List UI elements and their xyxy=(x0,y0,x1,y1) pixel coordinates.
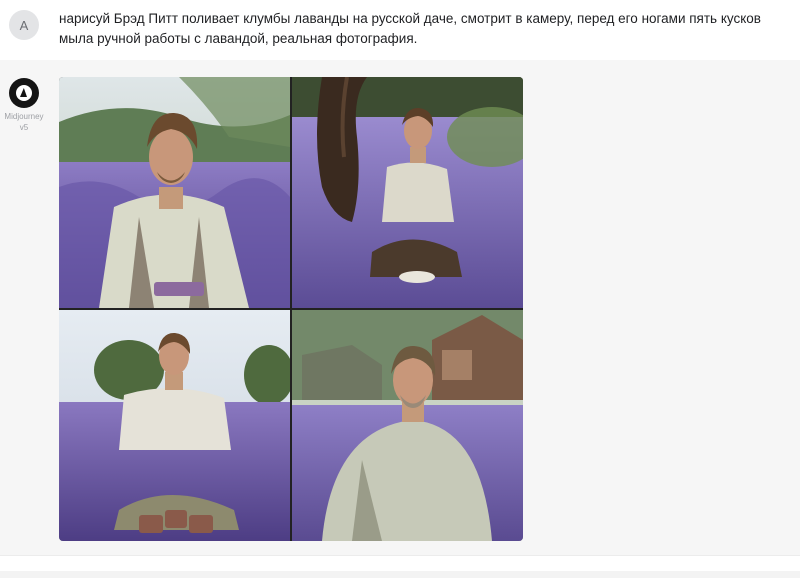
generated-image-2[interactable] xyxy=(292,77,523,308)
prompt-text: нарисуй Брэд Питт поливает клумбы лаванд… xyxy=(59,11,761,46)
bot-name: Midjourney xyxy=(4,112,44,121)
generated-image-1[interactable] xyxy=(59,77,290,308)
image-grid xyxy=(59,77,523,541)
generated-image-3[interactable] xyxy=(59,310,290,541)
user-message-row: A нарисуй Брэд Питт поливает клумбы лава… xyxy=(0,0,800,60)
bot-message-row: Midjourney v5 xyxy=(0,60,800,555)
user-avatar[interactable]: A xyxy=(9,10,39,40)
bot-version: v5 xyxy=(19,123,29,132)
sailboat-icon xyxy=(16,85,32,101)
footer-band xyxy=(0,555,800,578)
bot-avatar[interactable] xyxy=(9,78,39,108)
generated-image-4[interactable] xyxy=(292,310,523,541)
